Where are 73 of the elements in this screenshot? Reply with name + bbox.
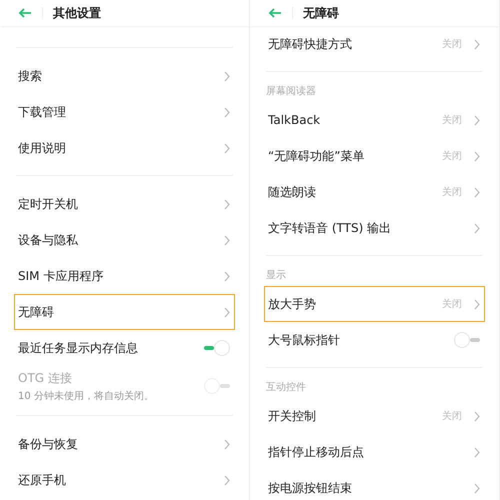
- row-value: 关闭: [442, 150, 462, 163]
- row-label: 放大手势: [268, 296, 317, 312]
- row-label: 开关控制: [268, 408, 317, 424]
- chevron-icon: [474, 410, 480, 422]
- row-label: SIM 卡应用程序: [18, 268, 104, 284]
- chevron-icon: [474, 114, 480, 126]
- settings-row[interactable]: 还原手机: [14, 462, 235, 498]
- chevron-icon: [474, 150, 480, 162]
- row-label: 使用说明: [18, 140, 67, 156]
- settings-row[interactable]: TalkBack 关闭: [264, 102, 485, 138]
- chevron-icon: [474, 186, 480, 198]
- row-label: TalkBack: [268, 113, 322, 127]
- row-label: 指针停止移动后点: [268, 444, 365, 460]
- settings-row[interactable]: 开关控制 关闭: [264, 398, 485, 434]
- chevron-icon: [474, 222, 480, 234]
- row-label: 无障碍: [18, 304, 55, 320]
- chevron-icon: [224, 270, 230, 282]
- chevron-icon: [224, 438, 230, 450]
- row-label: 按电源按钮结束: [268, 480, 353, 496]
- settings-row[interactable]: 设备与隐私: [14, 222, 235, 258]
- row-label: 最近任务显示内存信息: [18, 340, 139, 356]
- row-value: 关闭: [442, 298, 462, 311]
- row-label: 定时开关机: [18, 196, 79, 212]
- section-label: 显示: [265, 269, 287, 283]
- toggle-switch[interactable]: [204, 340, 230, 356]
- screen-title: 无障碍: [303, 4, 339, 22]
- settings-row[interactable]: 无障碍快捷方式 关闭: [264, 26, 485, 62]
- chevron-icon: [474, 298, 480, 310]
- settings-row[interactable]: 备份与恢复: [14, 426, 235, 462]
- row-label: “无障碍功能”菜单: [268, 148, 366, 164]
- chevron-icon: [224, 198, 230, 210]
- section-label: 互动控件: [265, 381, 307, 395]
- section-label: 屏幕阅读器: [265, 84, 317, 99]
- chevron-icon: [224, 106, 230, 118]
- chevron-icon: [224, 234, 230, 246]
- row-label: 文字转语音 (TTS) 输出: [268, 220, 392, 236]
- settings-row[interactable]: 定时开关机: [14, 186, 235, 222]
- row-label: 搜索: [18, 68, 43, 84]
- row-label: 下载管理: [18, 104, 67, 120]
- settings-row[interactable]: 按电源按钮结束: [264, 470, 485, 500]
- settings-row[interactable]: 文字转语音 (TTS) 输出: [264, 210, 485, 246]
- row-value: 关闭: [442, 38, 462, 51]
- settings-row[interactable]: SIM 卡应用程序: [14, 258, 235, 294]
- row-label: 备份与恢复: [18, 436, 79, 452]
- settings-row[interactable]: 无障碍: [14, 294, 235, 330]
- chevron-icon: [224, 70, 230, 82]
- row-value: 关闭: [442, 114, 462, 127]
- row-label: 大号鼠标指针: [268, 332, 341, 348]
- settings-row[interactable]: 指针停止移动后点: [264, 434, 485, 470]
- settings-row[interactable]: 使用说明: [14, 130, 235, 166]
- screen-title: 其他设置: [53, 4, 101, 22]
- settings-row[interactable]: 随选朗读 关闭: [264, 174, 485, 210]
- row-label: OTG 连接: [18, 370, 73, 386]
- chevron-icon: [474, 482, 480, 494]
- back-icon[interactable]: [268, 8, 282, 18]
- toggle-switch[interactable]: [454, 332, 480, 348]
- chevron-icon: [224, 306, 230, 318]
- row-label: 还原手机: [18, 472, 67, 488]
- chevron-icon: [474, 446, 480, 458]
- settings-row[interactable]: “无障碍功能”菜单 关闭: [264, 138, 485, 174]
- row-subtitle: 10 分钟未使用，将自动关闭。: [18, 390, 155, 402]
- settings-row[interactable]: 搜索: [14, 58, 235, 94]
- row-value: 关闭: [442, 186, 462, 199]
- settings-row[interactable]: 下载管理: [14, 94, 235, 130]
- chevron-icon: [474, 38, 480, 50]
- back-icon[interactable]: [18, 8, 32, 18]
- row-value: 关闭: [442, 410, 462, 423]
- row-label: 设备与隐私: [18, 232, 79, 248]
- row-label: 随选朗读: [268, 184, 317, 200]
- row-label: 无障碍快捷方式: [268, 36, 353, 52]
- chevron-icon: [224, 142, 230, 154]
- chevron-icon: [224, 474, 230, 486]
- settings-row[interactable]: 放大手势 关闭: [264, 286, 485, 322]
